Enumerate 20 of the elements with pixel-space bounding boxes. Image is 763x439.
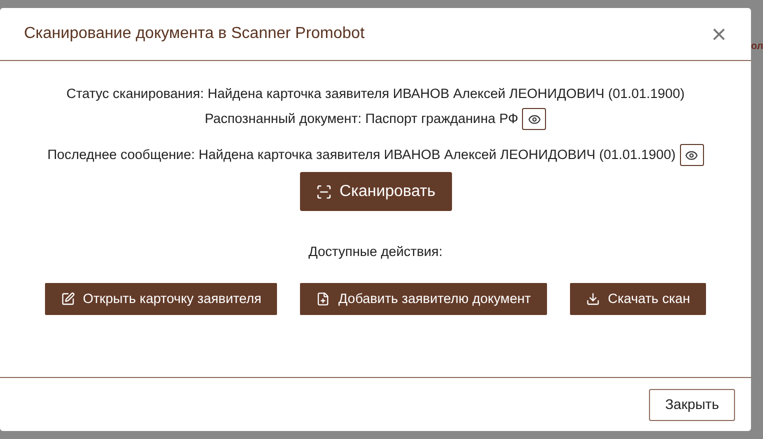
- close-dialog-button[interactable]: Закрыть: [649, 388, 735, 420]
- file-plus-icon: [316, 292, 330, 306]
- action-button[interactable]: Добавить заявителю документ: [300, 283, 547, 316]
- pencil-square-icon: [60, 292, 75, 306]
- scan-icon: [316, 184, 332, 200]
- eye-icon: [528, 112, 541, 126]
- eye-icon: [685, 148, 698, 162]
- last-message-text: Последнее сообщение: Найдена карточка заявителя ИВАНОВ Алексей ЛЕОНИДОВИЧ (01.01.1900): [47, 146, 676, 164]
- scan-button[interactable]: Сканировать: [300, 172, 452, 211]
- view-button[interactable]: [522, 108, 546, 130]
- recognized-document-text: Распознанный документ: Паспорт гражданина РФ: [204, 110, 518, 128]
- download-icon: [586, 292, 600, 306]
- dialog-title: Сканирование документа в Scanner Promobot: [24, 24, 365, 44]
- action-button[interactable]: Скачать скан: [570, 283, 706, 316]
- status-text: Статус сканирования: Найдена карточка заявителя ИВАНОВ Алексей ЛЕОНИДОВИЧ (01.01.1900): [66, 84, 685, 103]
- close-button[interactable]: ×: [711, 24, 727, 44]
- background-text: ол: [751, 40, 763, 54]
- view-button[interactable]: [680, 144, 704, 166]
- actions-label: Доступные действия:: [308, 243, 442, 261]
- action-button[interactable]: Открыть карточку заявителя: [44, 283, 278, 316]
